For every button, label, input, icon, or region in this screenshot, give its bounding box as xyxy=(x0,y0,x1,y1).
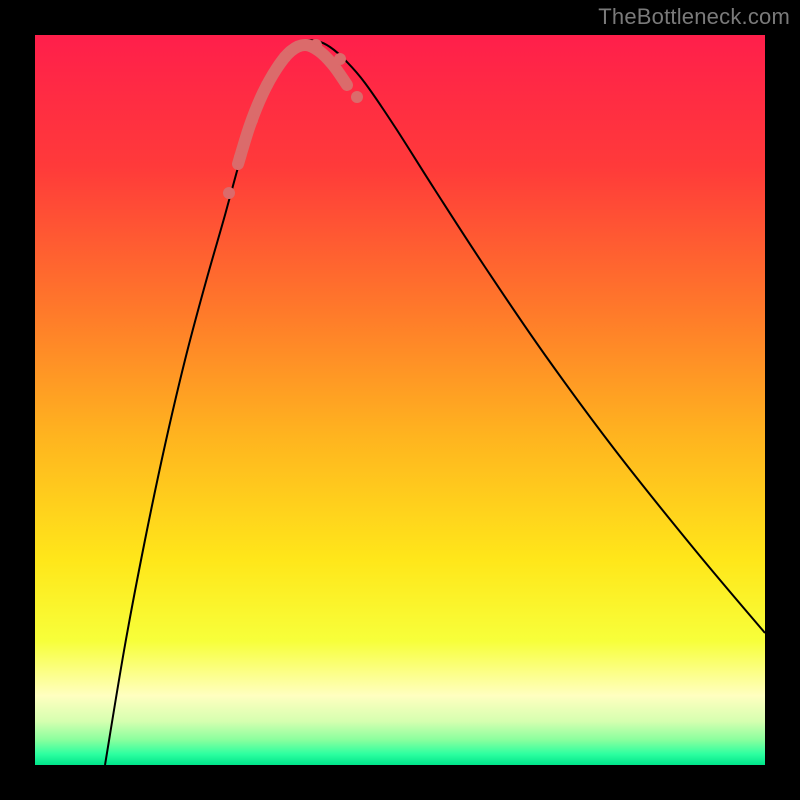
sweet-spot-dot xyxy=(234,151,246,163)
sweet-spot-dot xyxy=(334,53,346,65)
sweet-spot-dot xyxy=(246,114,258,126)
sweet-spot-dot xyxy=(351,91,363,103)
watermark-text: TheBottleneck.com xyxy=(598,4,790,30)
sweet-spot-dot xyxy=(310,39,322,51)
sweet-spot-dot xyxy=(279,51,291,63)
chart-background-gradient xyxy=(35,35,765,765)
chart-svg xyxy=(35,35,765,765)
chart-plot-area xyxy=(35,35,765,765)
outer-frame: TheBottleneck.com xyxy=(0,0,800,800)
sweet-spot-dot xyxy=(261,79,273,91)
sweet-spot-dot xyxy=(223,187,235,199)
